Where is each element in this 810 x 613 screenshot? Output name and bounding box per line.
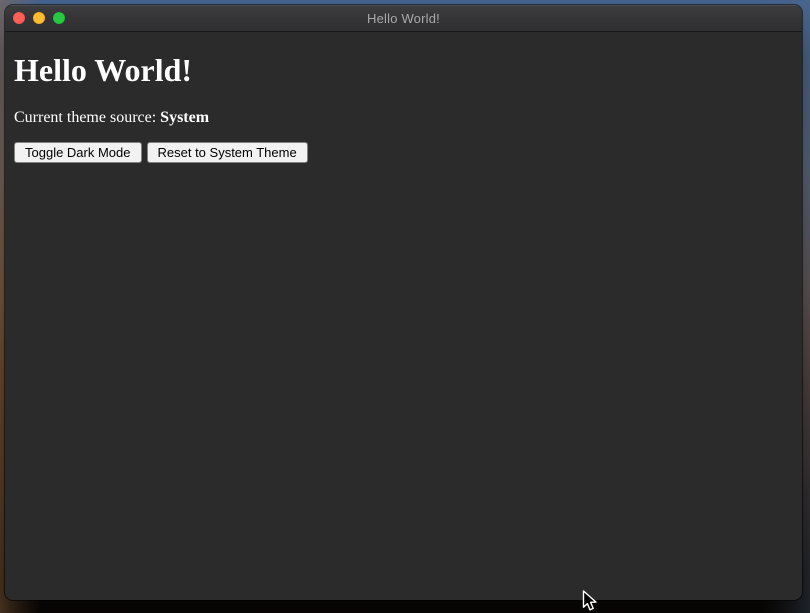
page-title: Hello World!	[14, 53, 793, 88]
theme-source-line: Current theme source: System	[14, 109, 793, 127]
window-titlebar[interactable]: Hello World!	[5, 5, 802, 32]
zoom-button[interactable]	[53, 12, 65, 24]
window-title: Hello World!	[367, 11, 440, 26]
theme-source-label: Current theme source:	[14, 109, 160, 126]
minimize-button[interactable]	[33, 12, 45, 24]
window-content: Hello World! Current theme source: Syste…	[5, 53, 802, 163]
traffic-lights	[13, 12, 65, 24]
desktop-background: { "colors": { "titlebar_bg": "#343436", …	[0, 0, 810, 613]
theme-source-value: System	[160, 109, 209, 126]
app-window: Hello World! Hello World! Current theme …	[5, 5, 802, 600]
close-button[interactable]	[13, 12, 25, 24]
button-row: Toggle Dark ModeReset to System Theme	[14, 142, 793, 163]
toggle-dark-mode-button[interactable]: Toggle Dark Mode	[14, 142, 142, 163]
reset-system-theme-button[interactable]: Reset to System Theme	[147, 142, 308, 163]
